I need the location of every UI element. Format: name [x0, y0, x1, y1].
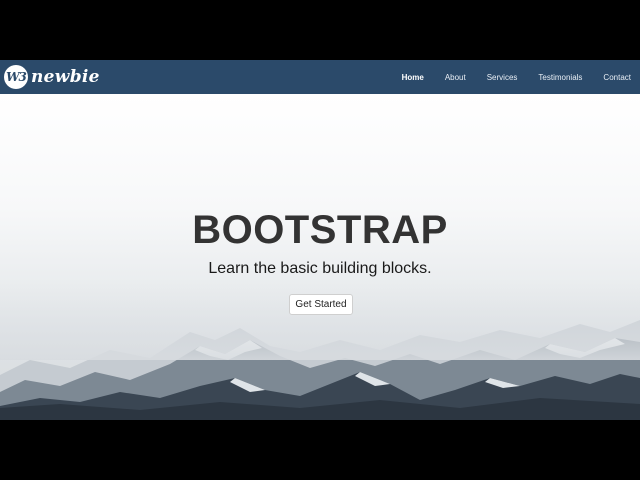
nav-link-about[interactable]: About: [445, 73, 466, 82]
logo-badge-icon: W3: [4, 65, 28, 89]
letterbox-top: [0, 0, 640, 60]
browser-viewport: W3 newbie Home About Services Testimonia…: [0, 60, 640, 420]
navbar: W3 newbie Home About Services Testimonia…: [0, 60, 640, 94]
nav-link-contact[interactable]: Contact: [603, 73, 631, 82]
brand-logo[interactable]: W3 newbie: [4, 60, 100, 94]
hero-section: BOOTSTRAP Learn the basic building block…: [0, 94, 640, 420]
nav-link-testimonials[interactable]: Testimonials: [538, 73, 582, 82]
nav-link-home[interactable]: Home: [402, 73, 424, 82]
nav-link-services[interactable]: Services: [487, 73, 518, 82]
nav-links: Home About Services Testimonials Contact: [381, 60, 631, 94]
hero-subtitle: Learn the basic building blocks.: [208, 260, 432, 277]
logo-text: newbie: [31, 67, 100, 87]
get-started-button[interactable]: Get Started: [289, 294, 353, 315]
letterbox-bottom: [0, 420, 640, 480]
hero-title: BOOTSTRAP: [192, 208, 448, 252]
